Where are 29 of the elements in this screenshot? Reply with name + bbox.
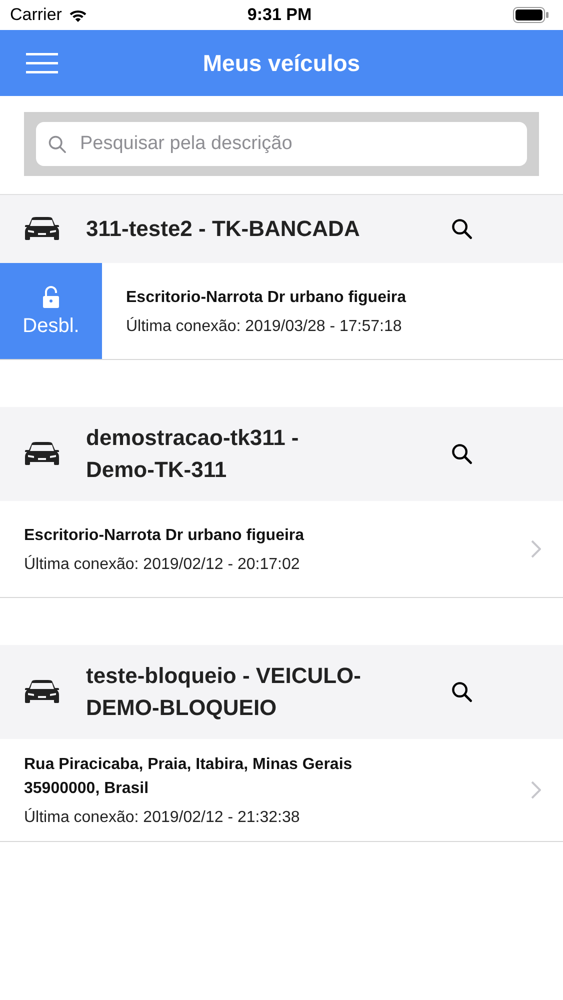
search-button[interactable] (451, 681, 473, 703)
search-button[interactable] (451, 443, 473, 465)
vehicle-row[interactable]: Escritorio-Narrota Dr urbano figueira Última conexão: 2019/03/28 - 17:57:18 (102, 263, 563, 359)
address-text: Escritorio-Narrota Dr urbano figueira (126, 288, 408, 308)
car-icon (24, 441, 60, 467)
last-connection-text: Última conexão: 2019/03/28 - 17:57:18 (126, 318, 403, 336)
car-icon (24, 679, 60, 705)
last-connection-text: Última conexão: 2019/02/12 - 21:32:38 (24, 809, 301, 827)
carrier-label: Carrier (10, 5, 62, 25)
last-connection-text: Última conexão: 2019/02/12 - 20:17:02 (24, 556, 301, 574)
address-text: Escritorio-Narrota Dr urbano figueira (24, 526, 306, 546)
unlocked-padlock-icon (41, 284, 61, 308)
search-field[interactable]: Pesquisar pela descrição (36, 122, 527, 166)
vehicle-title: teste-bloqueio - VEICULO-DEMO-BLOQUEIO (86, 662, 362, 722)
vehicle-row[interactable]: Escritorio-Narrota Dr urbano figueira Última conexão: 2019/02/12 - 20:17:02 (0, 501, 563, 597)
wifi-icon (68, 8, 88, 22)
vehicle-row[interactable]: Rua Piracicaba, Praia, Itabira, Minas Gerais 35900000, Brasil Última conexão: 2019/02/12 - 21:32:38 (0, 739, 563, 841)
chevron-icon (531, 781, 541, 799)
clock: 9:31 PM (247, 5, 312, 25)
car-icon (24, 216, 60, 242)
menu-icon (26, 52, 58, 74)
menu-button[interactable] (26, 52, 58, 74)
search-button[interactable] (451, 218, 473, 240)
battery-icon (513, 7, 549, 23)
vehicle-title: 311-teste2 - TK-BANCADA (86, 215, 361, 243)
page-title: Meus veículos (202, 50, 360, 76)
address-text: Rua Piracicaba, Praia, Itabira, Minas Gerais 35900000, Brasil (24, 755, 354, 799)
vehicle-title: demostracao-tk311 - Demo-TK-311 (86, 424, 300, 484)
chevron-icon (531, 540, 541, 558)
